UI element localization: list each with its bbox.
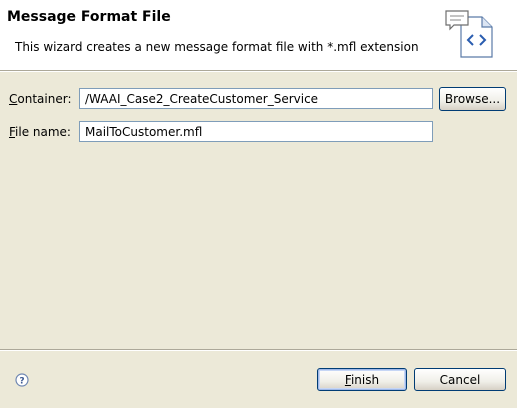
wizard-description: This wizard creates a new message format…	[15, 40, 419, 54]
finish-label-rest: inish	[350, 372, 380, 387]
help-icon[interactable]: ?	[15, 373, 29, 387]
banner-separator	[0, 70, 517, 72]
cancel-button[interactable]: Cancel	[414, 368, 506, 391]
container-label-rest: ontainer:	[17, 92, 72, 106]
svg-text:?: ?	[19, 377, 24, 387]
container-label: Container:	[9, 92, 72, 106]
wizard-banner: Message Format File This wizard creates …	[0, 0, 517, 70]
container-field[interactable]: /WAAI_Case2_CreateCustomer_Service	[79, 88, 433, 109]
filename-label: File name:	[9, 125, 71, 139]
filename-label-rest: ile name:	[15, 125, 71, 139]
wizard-title: Message Format File	[7, 9, 171, 25]
message-format-file-icon	[445, 10, 493, 58]
filename-field[interactable]: MailToCustomer.mfl	[79, 121, 433, 142]
wizard-dialog: Message Format File This wizard creates …	[0, 0, 517, 408]
finish-button[interactable]: Finish	[317, 368, 407, 391]
browse-button[interactable]: Browse...	[439, 87, 506, 111]
footer-separator	[0, 349, 517, 351]
